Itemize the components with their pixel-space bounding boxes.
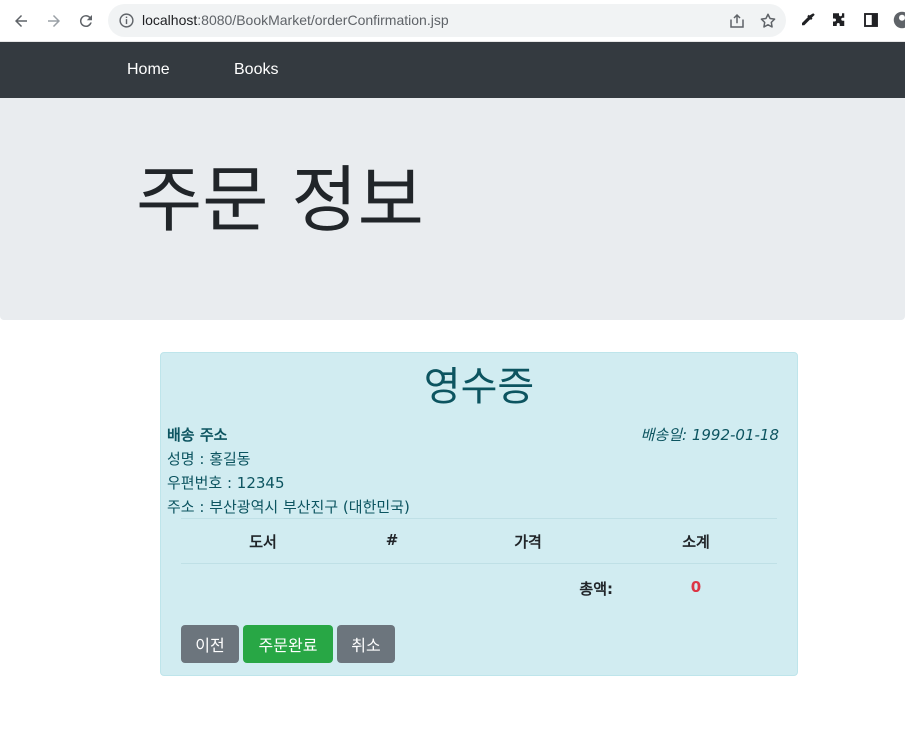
page-title: 주문 정보 <box>136 158 424 242</box>
reload-icon[interactable] <box>74 9 98 33</box>
browser-toolbar: localhost:8080/BookMarket/orderConfirmat… <box>0 0 905 42</box>
zip-code: 우편번호 : 12345 <box>167 474 285 492</box>
address-bar[interactable]: localhost:8080/BookMarket/orderConfirmat… <box>108 4 786 37</box>
profile-avatar-icon[interactable] <box>893 11 905 29</box>
extensions-puzzle-icon[interactable] <box>830 11 848 29</box>
prev-button[interactable]: 이전 <box>181 625 239 663</box>
table-top-divider <box>181 518 777 519</box>
shipping-date: 배송일: 1992-01-18 <box>640 426 779 444</box>
page-header: 주문 정보 <box>0 98 905 320</box>
address: 주소 : 부산광역시 부산진구 (대한민국) <box>167 498 410 516</box>
eyedropper-icon[interactable] <box>799 11 817 29</box>
table-header-price: 가격 <box>514 533 542 551</box>
complete-order-button[interactable]: 주문완료 <box>243 625 333 663</box>
table-header-divider <box>181 563 777 564</box>
back-icon[interactable] <box>9 9 33 33</box>
receipt-card: 영수증 배송 주소 배송일: 1992-01-18 성명 : 홍길동 우편번호 … <box>160 352 798 676</box>
shipping-address-title: 배송 주소 <box>167 426 228 444</box>
url-host: localhost <box>142 12 198 28</box>
table-header-book: 도서 <box>249 533 277 551</box>
receipt-title: 영수증 <box>423 364 535 410</box>
bookmark-star-icon[interactable] <box>759 12 777 30</box>
total-label: 총액: <box>579 580 613 598</box>
info-icon[interactable] <box>118 12 135 29</box>
table-header-subtotal: 소계 <box>682 533 710 551</box>
site-navbar: Home Books <box>0 42 905 98</box>
share-icon[interactable] <box>728 12 746 30</box>
cancel-button[interactable]: 취소 <box>337 625 395 663</box>
total-value: 0 <box>690 578 702 596</box>
url-path: :8080/BookMarket/orderConfirmation.jsp <box>197 12 449 28</box>
forward-icon[interactable] <box>42 9 66 33</box>
nav-home-link[interactable]: Home <box>127 61 170 79</box>
recipient-name: 성명 : 홍길동 <box>167 450 251 468</box>
side-panel-icon[interactable] <box>862 11 880 29</box>
table-header-quantity: # <box>385 531 399 549</box>
nav-books-link[interactable]: Books <box>234 61 278 79</box>
url-text[interactable]: localhost:8080/BookMarket/orderConfirmat… <box>142 12 449 28</box>
